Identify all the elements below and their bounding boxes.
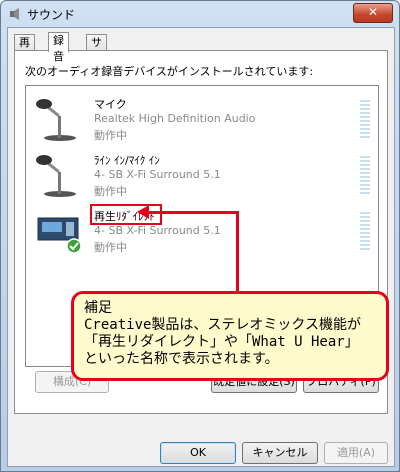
arrow-head-icon <box>137 205 149 219</box>
level-meter <box>360 100 370 140</box>
dialog-client: 再生 録音 サウンド 次のオーディオ録音デバイスがインストールされています: マ… <box>7 27 395 467</box>
microphone-icon <box>36 99 76 141</box>
note-callout: 補足 Creative製品は、ステレオミックス機能が 「再生リダイレクト」や「W… <box>71 291 389 381</box>
device-status: 動作中 <box>94 185 127 198</box>
sound-card-icon <box>37 217 82 254</box>
device-item-mic[interactable]: マイク Realtek High Definition Audio 動作中 <box>26 90 378 148</box>
microphone-icon <box>36 155 76 197</box>
level-meter <box>360 212 370 252</box>
title-bar[interactable]: サウンド ✕ <box>1 1 399 27</box>
callout-text: Creative製品は、ステレオミックス機能が <box>84 317 362 333</box>
apply-button[interactable]: 適用(A) <box>324 442 388 464</box>
panel-description: 次のオーディオ録音デバイスがインストールされています: <box>25 65 314 78</box>
device-name: ﾗｲﾝ ｲﾝ/ﾏｲｸ ｲﾝ <box>94 154 160 167</box>
device-name: マイク <box>94 98 127 111</box>
device-status: 動作中 <box>94 241 127 254</box>
callout-title: 補足 <box>84 300 112 316</box>
window-title: サウンド <box>27 8 76 22</box>
device-item-line-in[interactable]: ﾗｲﾝ ｲﾝ/ﾏｲｸ ｲﾝ 4- SB X-Fi Surround 5.1 動作… <box>26 146 378 204</box>
callout-text: といった名称で表示されます。 <box>84 351 279 367</box>
sound-dialog: サウンド ✕ 再生 録音 サウンド 次のオーディオ録音デバイスがインストールされ… <box>0 0 400 472</box>
device-description: Realtek High Definition Audio <box>94 112 256 125</box>
device-description: 4- SB X-Fi Surround 5.1 <box>94 224 221 237</box>
tab-playback[interactable]: 再生 <box>14 34 35 65</box>
callout-text: 「再生リダイレクト」や「What U Hear」 <box>84 334 359 350</box>
device-description: 4- SB X-Fi Surround 5.1 <box>94 168 221 181</box>
arrow-line <box>236 211 239 293</box>
tab-sounds[interactable]: サウンド <box>86 34 107 97</box>
ok-button[interactable]: OK <box>160 442 236 464</box>
arrow-line <box>147 211 239 214</box>
level-meter <box>360 156 370 196</box>
speaker-icon <box>10 8 19 20</box>
device-status: 動作中 <box>94 129 127 142</box>
tab-recording[interactable]: 録音 <box>48 32 69 63</box>
cancel-button[interactable]: キャンセル <box>242 442 318 464</box>
close-button[interactable]: ✕ <box>353 3 393 23</box>
